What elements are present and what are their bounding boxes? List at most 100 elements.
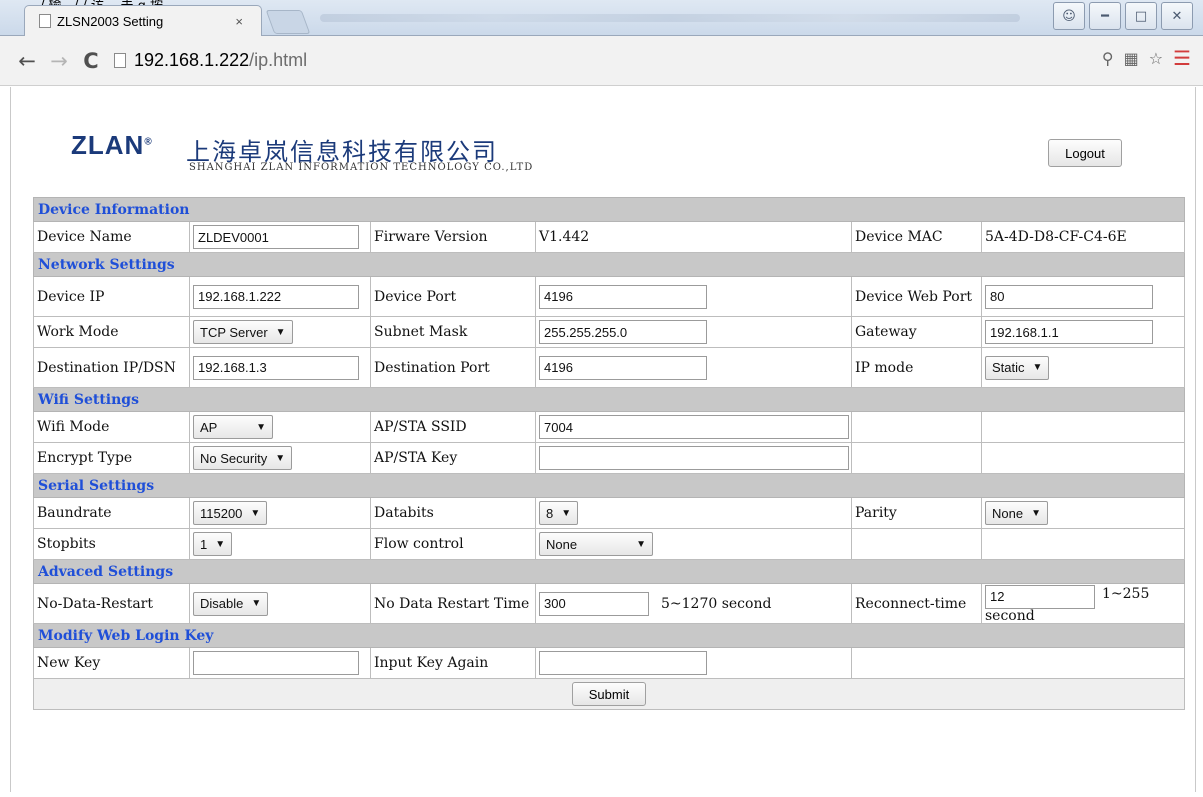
device-web-port-input[interactable] [985, 284, 1153, 309]
reconnect-time-range: 1~255 [1102, 586, 1150, 602]
url-path: /ip.html [249, 50, 308, 70]
new-key-input[interactable] [193, 651, 359, 675]
page-icon [114, 53, 126, 68]
chevron-down-icon: ▼ [215, 538, 226, 550]
submit-button[interactable]: Submit [572, 682, 646, 706]
toolbar-actions: ⚲ ▦ ☆ ☰ [1102, 46, 1191, 70]
destination-port-input[interactable] [539, 355, 707, 380]
firmware-version-value: V1.442 [535, 221, 852, 253]
empty-cell [851, 647, 1185, 679]
url-host: 192.168.1.222 [134, 50, 250, 70]
bookmark-strip [320, 14, 1020, 22]
key-icon[interactable]: ⚲ [1102, 49, 1114, 68]
device-web-port-label: Device Web Port [851, 276, 982, 317]
submit-row: Submit [33, 678, 1185, 710]
browser-toolbar: ← → C 192.168.1.222/ip.html ⚲ ▦ ☆ ☰ [0, 36, 1203, 86]
tab-title: ZLSN2003 Setting [57, 13, 164, 29]
ssid-label: AP/STA SSID [370, 411, 536, 443]
section-serial-settings: Serial Settings [33, 473, 1185, 498]
flow-control-select[interactable]: None ▼ [539, 532, 653, 556]
empty-cell [981, 528, 1185, 560]
page-header: ZLAN® 上海卓岚信息科技有限公司 SHANGHAI ZLAN INFORMA… [11, 87, 1195, 197]
empty-cell [851, 442, 982, 474]
no-data-restart-select[interactable]: Disable ▼ [193, 591, 269, 616]
device-port-label: Device Port [370, 276, 536, 317]
maximize-icon[interactable]: □ [1125, 2, 1157, 30]
star-icon[interactable]: ☆ [1149, 49, 1163, 68]
reload-icon[interactable]: C [78, 49, 104, 73]
close-icon[interactable]: ✕ [1161, 2, 1193, 30]
chevron-down-icon: ▼ [636, 538, 646, 550]
chevron-down-icon: ▼ [561, 507, 572, 519]
baudrate-select[interactable]: 115200 ▼ [193, 501, 268, 525]
stopbits-select[interactable]: 1 ▼ [193, 532, 233, 556]
wifi-mode-label: Wifi Mode [33, 411, 190, 443]
section-modify-login-key: Modify Web Login Key [33, 623, 1185, 648]
parity-select[interactable]: None ▼ [985, 501, 1048, 525]
device-port-input[interactable] [539, 284, 707, 309]
window-controls: ☺ ━ □ ✕ [1053, 2, 1193, 32]
menu-icon[interactable]: ☰ [1173, 46, 1191, 70]
databits-select[interactable]: 8 ▼ [539, 501, 579, 525]
forward-icon[interactable]: → [46, 49, 72, 73]
chevron-down-icon: ▼ [1031, 507, 1041, 519]
ap-key-label: AP/STA Key [370, 442, 536, 474]
user-icon[interactable]: ☺ [1053, 2, 1085, 30]
work-mode-label: Work Mode [33, 316, 190, 348]
reconnect-time-unit: second [985, 607, 1035, 624]
empty-cell [851, 528, 982, 560]
section-device-information: Device Information [33, 197, 1185, 222]
tab-close-icon[interactable]: × [235, 14, 243, 29]
input-key-again-input[interactable] [539, 651, 707, 675]
gateway-input[interactable] [985, 320, 1153, 344]
stopbits-label: Stopbits [33, 528, 190, 560]
device-mac-label: Device MAC [851, 221, 982, 253]
ssid-input[interactable] [539, 415, 849, 439]
device-ip-input[interactable] [193, 284, 359, 309]
ip-mode-select[interactable]: Static ▼ [985, 355, 1050, 380]
empty-cell [981, 411, 1185, 443]
device-ip-label: Device IP [33, 276, 190, 317]
new-tab-button[interactable] [265, 10, 311, 34]
empty-cell [981, 442, 1185, 474]
restart-time-range: 5~1270 second [661, 596, 772, 612]
company-name-en: SHANGHAI ZLAN INFORMATION TECHNOLOGY CO.… [189, 162, 534, 173]
reconnect-time-input[interactable] [985, 584, 1095, 609]
databits-label: Databits [370, 497, 536, 529]
subnet-mask-input[interactable] [539, 320, 707, 344]
reconnect-time-label: Reconnect-time [851, 583, 982, 624]
destination-port-label: Destination Port [370, 347, 536, 388]
chevron-down-icon: ▼ [275, 452, 286, 464]
no-data-restart-time-input[interactable] [539, 591, 649, 616]
title-bar: / 输.../ / 访... 击 g 按... ZLSN2003 Setting… [0, 0, 1203, 36]
section-wifi-settings: Wifi Settings [33, 387, 1185, 412]
device-name-label: Device Name [33, 221, 190, 253]
baudrate-label: Baundrate [33, 497, 190, 529]
back-icon[interactable]: ← [14, 49, 40, 73]
input-key-again-label: Input Key Again [370, 647, 536, 679]
browser-tab[interactable]: ZLSN2003 Setting × [24, 5, 262, 36]
ap-key-input[interactable] [539, 446, 849, 470]
encrypt-type-label: Encrypt Type [33, 442, 190, 474]
logout-button[interactable]: Logout [1048, 139, 1122, 167]
device-mac-value: 5A-4D-D8-CF-C4-6E [981, 221, 1185, 253]
address-bar[interactable]: 192.168.1.222/ip.html [114, 46, 307, 76]
settings-table: Device Information Device Name Firware V… [33, 197, 1185, 710]
page-icon [39, 14, 51, 28]
work-mode-select[interactable]: TCP Server ▼ [193, 320, 293, 344]
section-network-settings: Network Settings [33, 252, 1185, 277]
encrypt-type-select[interactable]: No Security ▼ [193, 446, 293, 470]
section-advanced-settings: Advaced Settings [33, 559, 1185, 584]
translate-icon[interactable]: ▦ [1124, 49, 1139, 68]
chevron-down-icon: ▼ [1032, 362, 1043, 373]
new-key-label: New Key [33, 647, 190, 679]
zlan-logo: ZLAN® [71, 130, 153, 160]
destination-ip-input[interactable] [193, 355, 359, 380]
subnet-mask-label: Subnet Mask [370, 316, 536, 348]
device-name-input[interactable] [193, 225, 359, 249]
chevron-down-icon: ▼ [251, 598, 262, 609]
wifi-mode-select[interactable]: AP ▼ [193, 415, 273, 439]
no-data-restart-time-label: No Data Restart Time [370, 583, 536, 624]
minimize-icon[interactable]: ━ [1089, 2, 1121, 30]
flow-control-label: Flow control [370, 528, 536, 560]
